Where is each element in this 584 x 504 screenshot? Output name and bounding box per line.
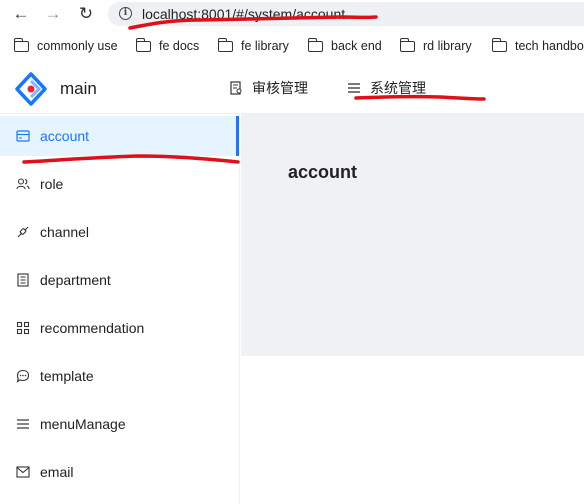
grid-icon [16,321,30,335]
back-arrow-icon[interactable]: ← [11,4,31,24]
address-bar[interactable]: i localhost:8001/#/system/account [108,2,584,26]
sidebar-item-label: role [40,176,64,192]
bookmark-folder[interactable]: commonly use [13,37,118,53]
card-icon [16,129,30,143]
users-icon [16,177,30,191]
top-menu-label: 系统管理 [370,80,426,96]
folder-icon [13,37,29,52]
logo-icon [15,72,47,106]
chat-icon [16,369,30,383]
sidebar-item-label: department [40,272,111,288]
sidebar-item-recommendation[interactable]: recommendation [0,308,240,348]
sidebar-item-department[interactable]: department [0,260,240,300]
page-header-area [241,114,584,356]
sidebar-item-account[interactable]: account [0,116,240,156]
audit-icon [228,80,244,96]
bookmarks-bar: commonly use fe docs fe library back end… [0,32,584,62]
top-menu-audit[interactable]: 审核管理 [228,78,308,98]
site-info-icon[interactable]: i [119,7,132,20]
top-menu-system[interactable]: 系统管理 [346,78,426,98]
sidebar-item-label: channel [40,224,90,240]
building-icon [16,273,30,287]
sidebar-item-template[interactable]: template [0,356,240,396]
page-title: account [288,162,358,182]
app-header: main 审核管理 系统管理 [0,62,584,114]
browser-toolbar: ← → ↻ i localhost:8001/#/system/account [0,0,584,32]
sidebar: account role channel department recommen… [0,114,240,504]
app-title: main [60,79,97,98]
folder-icon [217,37,233,52]
menu-lines-icon [16,417,30,431]
sidebar-item-role[interactable]: role [0,164,240,204]
folder-icon [307,37,323,52]
sidebar-item-channel[interactable]: channel [0,212,240,252]
url-text[interactable]: localhost:8001/#/system/account [142,6,345,22]
sidebar-item-label: template [40,368,94,384]
mail-icon [16,465,30,479]
folder-icon [491,37,507,52]
forward-arrow-icon[interactable]: → [43,4,63,24]
sidebar-item-label: recommendation [40,320,145,336]
folder-icon [399,37,415,52]
sidebar-item-label: account [40,128,90,144]
bookmark-folder[interactable]: fe library [217,37,289,53]
link-icon [16,225,30,239]
bookmark-folder[interactable]: fe docs [135,37,199,53]
bookmark-folder[interactable]: tech handbo [491,37,584,53]
top-menu-label: 审核管理 [252,80,308,96]
bookmark-folder[interactable]: back end [307,37,382,53]
sidebar-item-menumanage[interactable]: menuManage [0,404,240,444]
reload-icon[interactable]: ↻ [76,4,96,24]
menu-lines-icon [346,80,362,96]
folder-icon [135,37,151,52]
bookmark-folder[interactable]: rd library [399,37,472,53]
sidebar-item-email[interactable]: email [0,452,240,492]
sidebar-item-label: email [40,464,74,480]
sidebar-item-label: menuManage [40,416,126,432]
